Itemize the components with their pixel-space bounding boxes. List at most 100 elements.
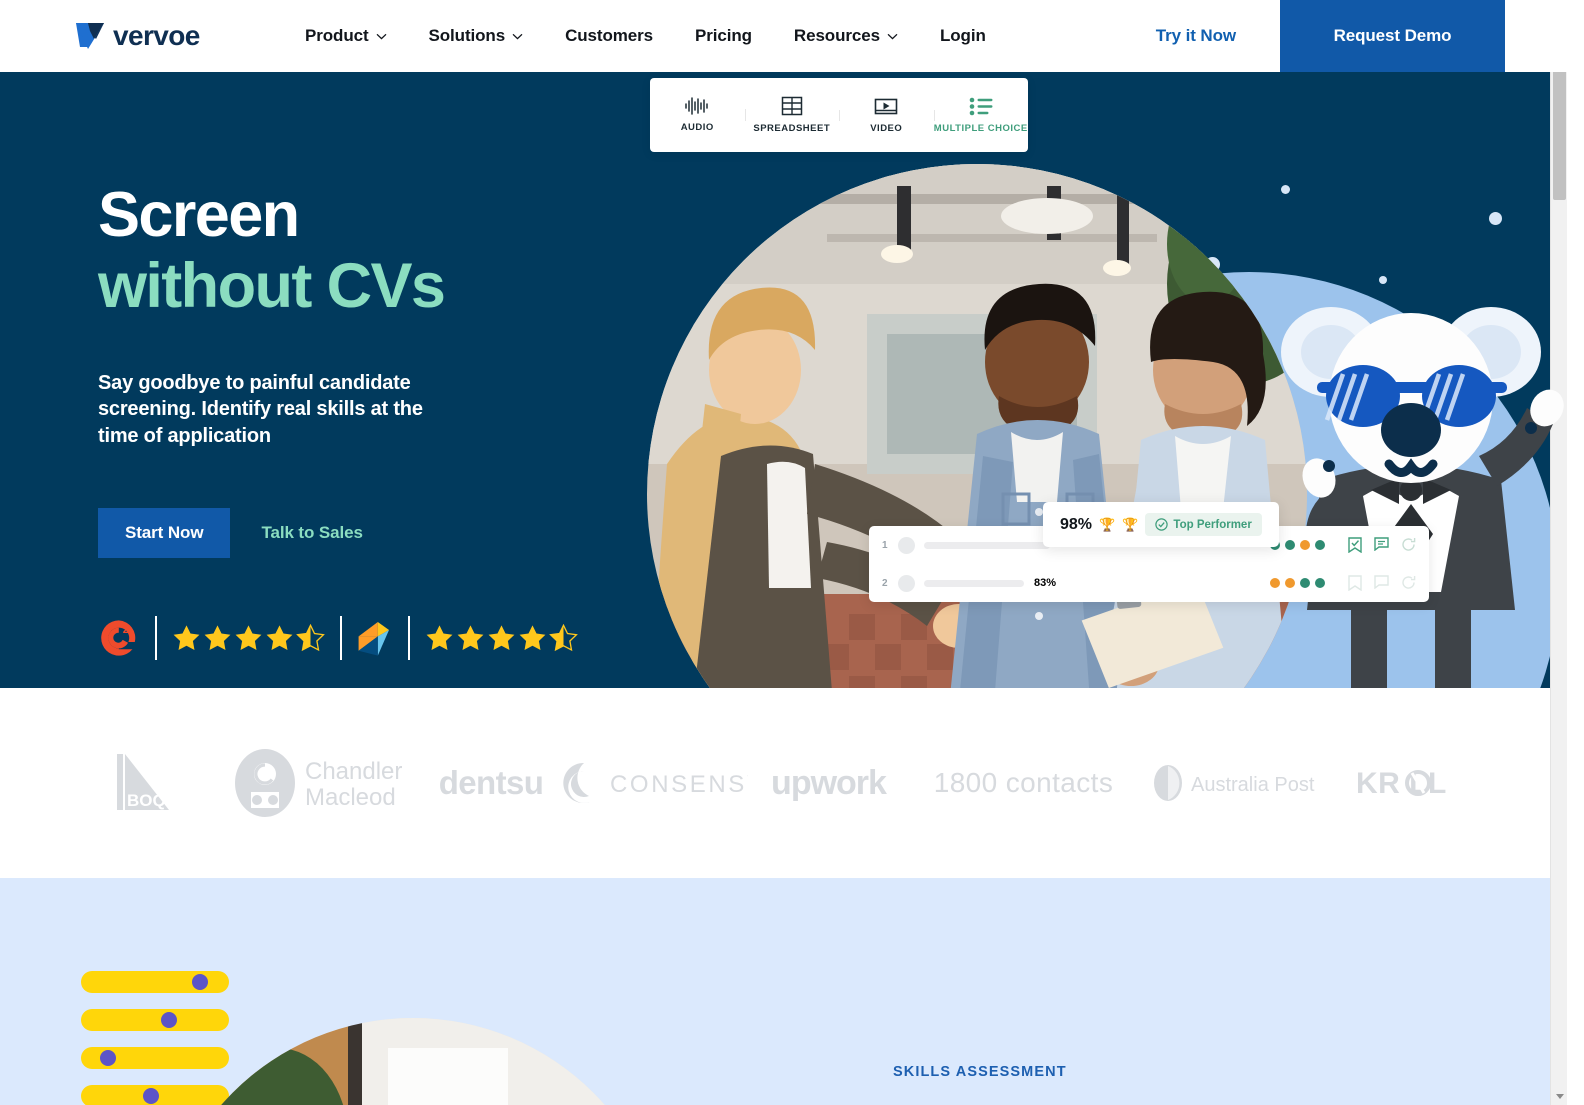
- capterra-logo-icon: [359, 622, 390, 656]
- top-performer-badge: 98% 🏆 🏆 Top Performer: [1043, 502, 1279, 547]
- chevron-down-icon: [512, 33, 523, 39]
- slider-graphic-group: [81, 971, 229, 1105]
- star-icon: [519, 625, 546, 651]
- star-icon: [235, 625, 262, 651]
- assessment-type-multiple-choice[interactable]: MULTIPLE CHOICE: [933, 97, 1029, 134]
- nav-item-resources[interactable]: Resources: [773, 26, 919, 46]
- svg-text:Macleod: Macleod: [305, 784, 396, 811]
- top-navigation-bar: vervoe Product Solutions Customers Prici…: [0, 0, 1567, 72]
- client-logo-label: 1800 contacts: [933, 767, 1114, 798]
- trophy-icon: 🏆: [1122, 516, 1139, 532]
- nav-right-actions: Try it Now Request Demo: [1112, 0, 1567, 72]
- star-icon: [426, 625, 453, 651]
- bookmark-check-icon[interactable]: [1348, 537, 1362, 553]
- page-title: Screen without CVs: [98, 180, 578, 321]
- hero-artwork: AUDIO SPREADSHEET VIDEO MULTIPLE CHOICE …: [647, 72, 1567, 688]
- hero-content: Screen without CVs Say goodbye to painfu…: [98, 180, 578, 664]
- refresh-icon[interactable]: [1401, 575, 1416, 590]
- waveform-icon: [685, 97, 708, 115]
- avatar: [898, 574, 915, 592]
- star-half-icon: [549, 624, 578, 652]
- vervoe-logo[interactable]: vervoe: [66, 17, 206, 55]
- slider-bar[interactable]: [81, 1085, 229, 1105]
- score-dot: [1315, 578, 1325, 588]
- list-bullet-icon: [969, 97, 993, 115]
- hero-heading-line1: Screen: [98, 180, 300, 250]
- assessment-types-toolbar: AUDIO SPREADSHEET VIDEO MULTIPLE CHOICE: [650, 78, 1028, 152]
- talk-to-sales-link[interactable]: Talk to Sales: [261, 523, 362, 543]
- comment-icon[interactable]: [1374, 537, 1389, 551]
- nav-item-login[interactable]: Login: [919, 26, 1007, 46]
- nav-item-product[interactable]: Product: [284, 26, 408, 46]
- client-logo-1800contacts: 1800 contacts: [904, 767, 1144, 799]
- trophy-icon: 🏆: [1099, 516, 1116, 532]
- svg-text:vervoe: vervoe: [113, 20, 200, 51]
- bookmark-check-icon[interactable]: [1348, 575, 1362, 591]
- slider-bar[interactable]: [81, 1047, 229, 1069]
- divider: [154, 616, 157, 661]
- assessment-type-audio[interactable]: AUDIO: [650, 97, 745, 133]
- vervoe-v-logo-icon: vervoe: [76, 20, 200, 51]
- nav-item-pricing[interactable]: Pricing: [674, 26, 773, 46]
- nav-item-solutions[interactable]: Solutions: [408, 26, 545, 46]
- hero-cta-row: Start Now Talk to Sales: [98, 508, 578, 559]
- comment-icon[interactable]: [1374, 575, 1389, 589]
- refresh-icon[interactable]: [1401, 537, 1416, 552]
- star-icon: [488, 625, 515, 651]
- client-logo-chandler-macleod: Chandler Macleod: [224, 748, 429, 818]
- slider-bar[interactable]: [81, 971, 229, 993]
- assessment-type-label: MULTIPLE CHOICE: [933, 122, 1028, 134]
- nav-item-customers[interactable]: Customers: [544, 26, 674, 46]
- client-logos-band: BOQ Chandler Macleod dentsu CONSENSYS: [0, 688, 1567, 878]
- g2-star-rating: [172, 624, 325, 652]
- start-now-button[interactable]: Start Now: [98, 508, 231, 559]
- star-icon: [204, 625, 231, 651]
- nav-item-label: Login: [939, 26, 986, 45]
- badge-score: 98%: [1060, 515, 1093, 533]
- client-logo-label: dentsu: [438, 764, 544, 801]
- score-dot: [1300, 540, 1310, 550]
- star-icon: [173, 625, 200, 651]
- nav-item-label: Product: [305, 26, 369, 45]
- client-logo-dentsu: dentsu: [429, 764, 554, 802]
- name-placeholder-bar: [924, 541, 1050, 549]
- chandler-macleod-logo-icon: Chandler Macleod: [235, 749, 402, 817]
- request-demo-button[interactable]: Request Demo: [1280, 0, 1505, 72]
- slider-bar[interactable]: [81, 1009, 229, 1031]
- video-play-icon: [874, 98, 898, 114]
- slider-knob[interactable]: [143, 1088, 159, 1104]
- hero-section: AUDIO SPREADSHEET VIDEO MULTIPLE CHOICE …: [0, 72, 1567, 688]
- lower-photo-illustration: [158, 1018, 668, 1105]
- score-dot: [1270, 578, 1280, 588]
- assessment-type-video[interactable]: VIDEO: [839, 97, 934, 134]
- assessment-type-spreadsheet[interactable]: SPREADSHEET: [744, 96, 840, 134]
- divider: [407, 616, 411, 661]
- scroll-down-arrow[interactable]: [1551, 1088, 1567, 1105]
- chevron-down-icon: [376, 33, 386, 39]
- slider-knob[interactable]: [100, 1050, 116, 1066]
- client-logo-upwork: upwork: [754, 764, 904, 803]
- kroll-logo-icon: KR LL: [1356, 767, 1447, 800]
- client-logo-kroll: KR LL: [1344, 764, 1494, 802]
- score-row: 2 83%: [869, 564, 1429, 602]
- hero-photo-illustration: [647, 164, 1307, 688]
- assessment-type-label: VIDEO: [870, 122, 903, 134]
- hero-subheading: Say goodbye to painful candidate screeni…: [98, 372, 423, 447]
- client-logo-australia-post: Australia Post: [1144, 762, 1344, 804]
- slider-knob[interactable]: [161, 1012, 177, 1028]
- g2-logo-icon: 2: [101, 620, 136, 656]
- status-badge: Top Performer: [1145, 513, 1262, 536]
- capterra-star-rating: [425, 624, 578, 652]
- client-logo-boq: BOQ: [74, 748, 224, 818]
- svg-text:Chandler: Chandler: [305, 758, 402, 785]
- consensys-logo-icon: CONSENSYS: [562, 762, 748, 803]
- svg-text:KR LL: KR LL: [1356, 767, 1447, 800]
- hero-team-photo: [647, 164, 1307, 688]
- try-it-now-link[interactable]: Try it Now: [1112, 26, 1280, 46]
- slider-knob[interactable]: [192, 974, 208, 990]
- skills-assessment-eyebrow: SKILLS ASSESSMENT: [893, 1064, 1067, 1080]
- australia-post-logo-icon: Australia Post: [1153, 765, 1314, 801]
- divider: [340, 616, 343, 661]
- client-logo-consensys: CONSENSYS: [554, 759, 754, 807]
- score-value: 83%: [1034, 577, 1057, 589]
